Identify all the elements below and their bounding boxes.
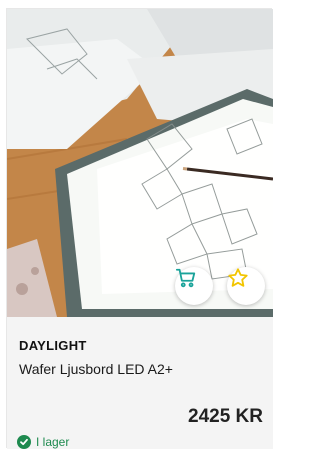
stock-status: I lager: [17, 435, 69, 449]
product-image[interactable]: [7, 9, 273, 317]
stock-status-label: I lager: [36, 435, 70, 449]
add-to-favorites-button[interactable]: [227, 267, 265, 305]
check-circle-icon: [17, 435, 31, 449]
product-title[interactable]: Wafer Ljusbord LED A2+: [19, 361, 173, 377]
product-card[interactable]: DAYLIGHT Wafer Ljusbord LED A2+ 2425 KR …: [6, 8, 273, 449]
product-info: DAYLIGHT Wafer Ljusbord LED A2+ 2425 KR …: [7, 317, 273, 449]
add-to-cart-button[interactable]: [175, 267, 213, 305]
brand-name: DAYLIGHT: [19, 338, 87, 353]
product-price: 2425 KR: [188, 406, 263, 427]
